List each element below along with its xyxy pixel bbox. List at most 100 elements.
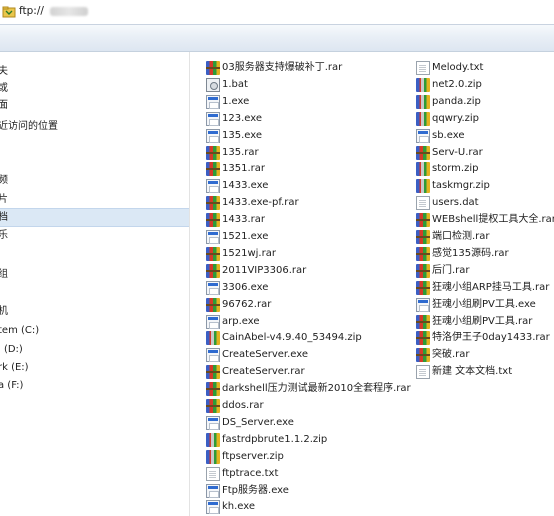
nav-item-homegroup[interactable]: 组 (0, 266, 189, 283)
txt-icon (206, 466, 220, 481)
exe-icon (206, 111, 220, 126)
file-name: 1433.exe (222, 180, 269, 192)
nav-item-computer[interactable]: 机 (0, 303, 189, 320)
zip-icon (206, 331, 220, 346)
nav-item-drive-d[interactable]: l (D:) (0, 341, 189, 358)
file-name: kh.exe (222, 501, 256, 513)
file-name: net2.0.zip (432, 78, 482, 90)
rar-icon (416, 263, 430, 278)
nav-item[interactable]: 面 (0, 97, 189, 114)
file-name: 狂魂小组ARP挂马工具.rar (432, 281, 550, 293)
file-name: 1351.rar (222, 163, 265, 175)
file-name: 96762.rar (222, 298, 272, 310)
txt-icon (416, 365, 430, 380)
file-name: 1433.exe-pf.rar (222, 197, 299, 209)
file-name: CainAbel-v4.9.40_53494.zip (222, 332, 362, 344)
rar-icon (416, 230, 430, 244)
file-name: 1.exe (222, 95, 250, 107)
zip-icon (206, 432, 220, 447)
file-name: 1433.rar (222, 214, 265, 226)
exe-icon (206, 128, 220, 143)
file-name: 135.rar (222, 146, 259, 158)
rar-icon (206, 399, 220, 413)
exe-icon (206, 415, 220, 430)
address-redacted (50, 7, 88, 16)
exe-icon (206, 179, 220, 194)
nav-item-drive-f[interactable]: a (F:) (0, 377, 189, 394)
exe-icon (206, 230, 220, 244)
rar-icon (206, 213, 220, 228)
nav-item-documents[interactable]: 档 (0, 208, 189, 227)
file-name: 狂魂小组刷PV工具.exe (432, 298, 536, 310)
bat-icon (206, 77, 220, 92)
rar-icon (416, 213, 430, 228)
file-name: fastrdpbrute1.1.2.zip (222, 433, 328, 445)
rar-icon (206, 297, 220, 312)
file-name: darkshell压力测试最新2010全套程序.rar (222, 383, 411, 395)
navigation-pane[interactable]: 夫 或 面 近访问的位置 频 片 档 乐 组 机 tem (C:) l (D:)… (0, 52, 190, 516)
file-name: 突破.rar (432, 349, 470, 361)
nav-item-videos[interactable]: 频 (0, 172, 189, 189)
file-name: 狂魂小组刷PV工具.rar (432, 315, 533, 327)
file-name: taskmgr.zip (432, 180, 490, 192)
file-name: Melody.txt (432, 62, 484, 73)
txt-icon (416, 196, 430, 211)
file-name: 1.bat (222, 78, 248, 90)
exe-icon (206, 314, 220, 329)
folder-icon (2, 6, 16, 18)
nav-item-drive-c[interactable]: tem (C:) (0, 322, 189, 339)
exe-icon (206, 348, 220, 363)
file-name: sb.exe (432, 129, 465, 141)
nav-item-music[interactable]: 乐 (0, 227, 189, 244)
file-list[interactable]: 03服务器支持爆破补丁.rar 1.bat 1.exe 123.exe 135.exe 1… (190, 52, 554, 516)
file-name: 123.exe (222, 112, 263, 124)
file-name: 后门.rar (432, 264, 470, 276)
nav-item[interactable]: 夫 (0, 63, 189, 80)
file-name: ftptrace.txt (222, 467, 279, 479)
file-name: 3306.exe (222, 281, 269, 293)
rar-icon (206, 162, 220, 177)
rar-icon (206, 263, 220, 278)
rar-icon (206, 61, 220, 75)
file-name: DS_Server.exe (222, 416, 294, 428)
nav-item[interactable]: 或 (0, 80, 189, 97)
file-name: 2011VIP3306.rar (222, 264, 307, 276)
address-text: ftp:// (19, 5, 44, 17)
file-name: 端口检测.rar (432, 231, 490, 242)
exe-icon (206, 500, 220, 515)
rar-icon (206, 382, 220, 397)
address-bar[interactable]: ftp:// (0, 0, 554, 25)
file-name: users.dat (432, 197, 479, 209)
file-name: 1521.exe (222, 231, 269, 242)
zip-icon (416, 94, 430, 109)
nav-item-pictures[interactable]: 片 (0, 191, 189, 208)
rar-icon (206, 246, 220, 261)
file-name: 135.exe (222, 129, 263, 141)
rar-icon (416, 314, 430, 329)
file-name: Serv-U.rar (432, 146, 483, 158)
exe-icon (416, 297, 430, 312)
file-name: 特洛伊王子0day1433.rar (432, 332, 550, 344)
rar-icon (416, 145, 430, 160)
file-name: 感觉135源码.rar (432, 247, 509, 259)
file-name: ftpserver.zip (222, 450, 284, 462)
file-name: storm.zip (432, 163, 479, 175)
toolbar (0, 25, 554, 52)
exe-icon (206, 483, 220, 498)
file-name: WEBshell提权工具大全.rar (432, 214, 554, 226)
nav-item-recent-places[interactable]: 近访问的位置 (0, 118, 189, 135)
zip-icon (416, 162, 430, 177)
rar-icon (416, 348, 430, 363)
exe-icon (206, 94, 220, 109)
file-name: qqwry.zip (432, 112, 480, 124)
zip-icon (416, 111, 430, 126)
nav-item-drive-e[interactable]: rk (E:) (0, 359, 189, 376)
file-name: ddos.rar (222, 400, 264, 411)
rar-icon (206, 365, 220, 380)
file-name: 1521wj.rar (222, 247, 276, 259)
rar-icon (206, 145, 220, 160)
file-name: 新建 文本文档.txt (432, 366, 513, 378)
rar-icon (416, 246, 430, 261)
file-name: Ftp服务器.exe (222, 484, 289, 496)
rar-icon (416, 280, 430, 295)
